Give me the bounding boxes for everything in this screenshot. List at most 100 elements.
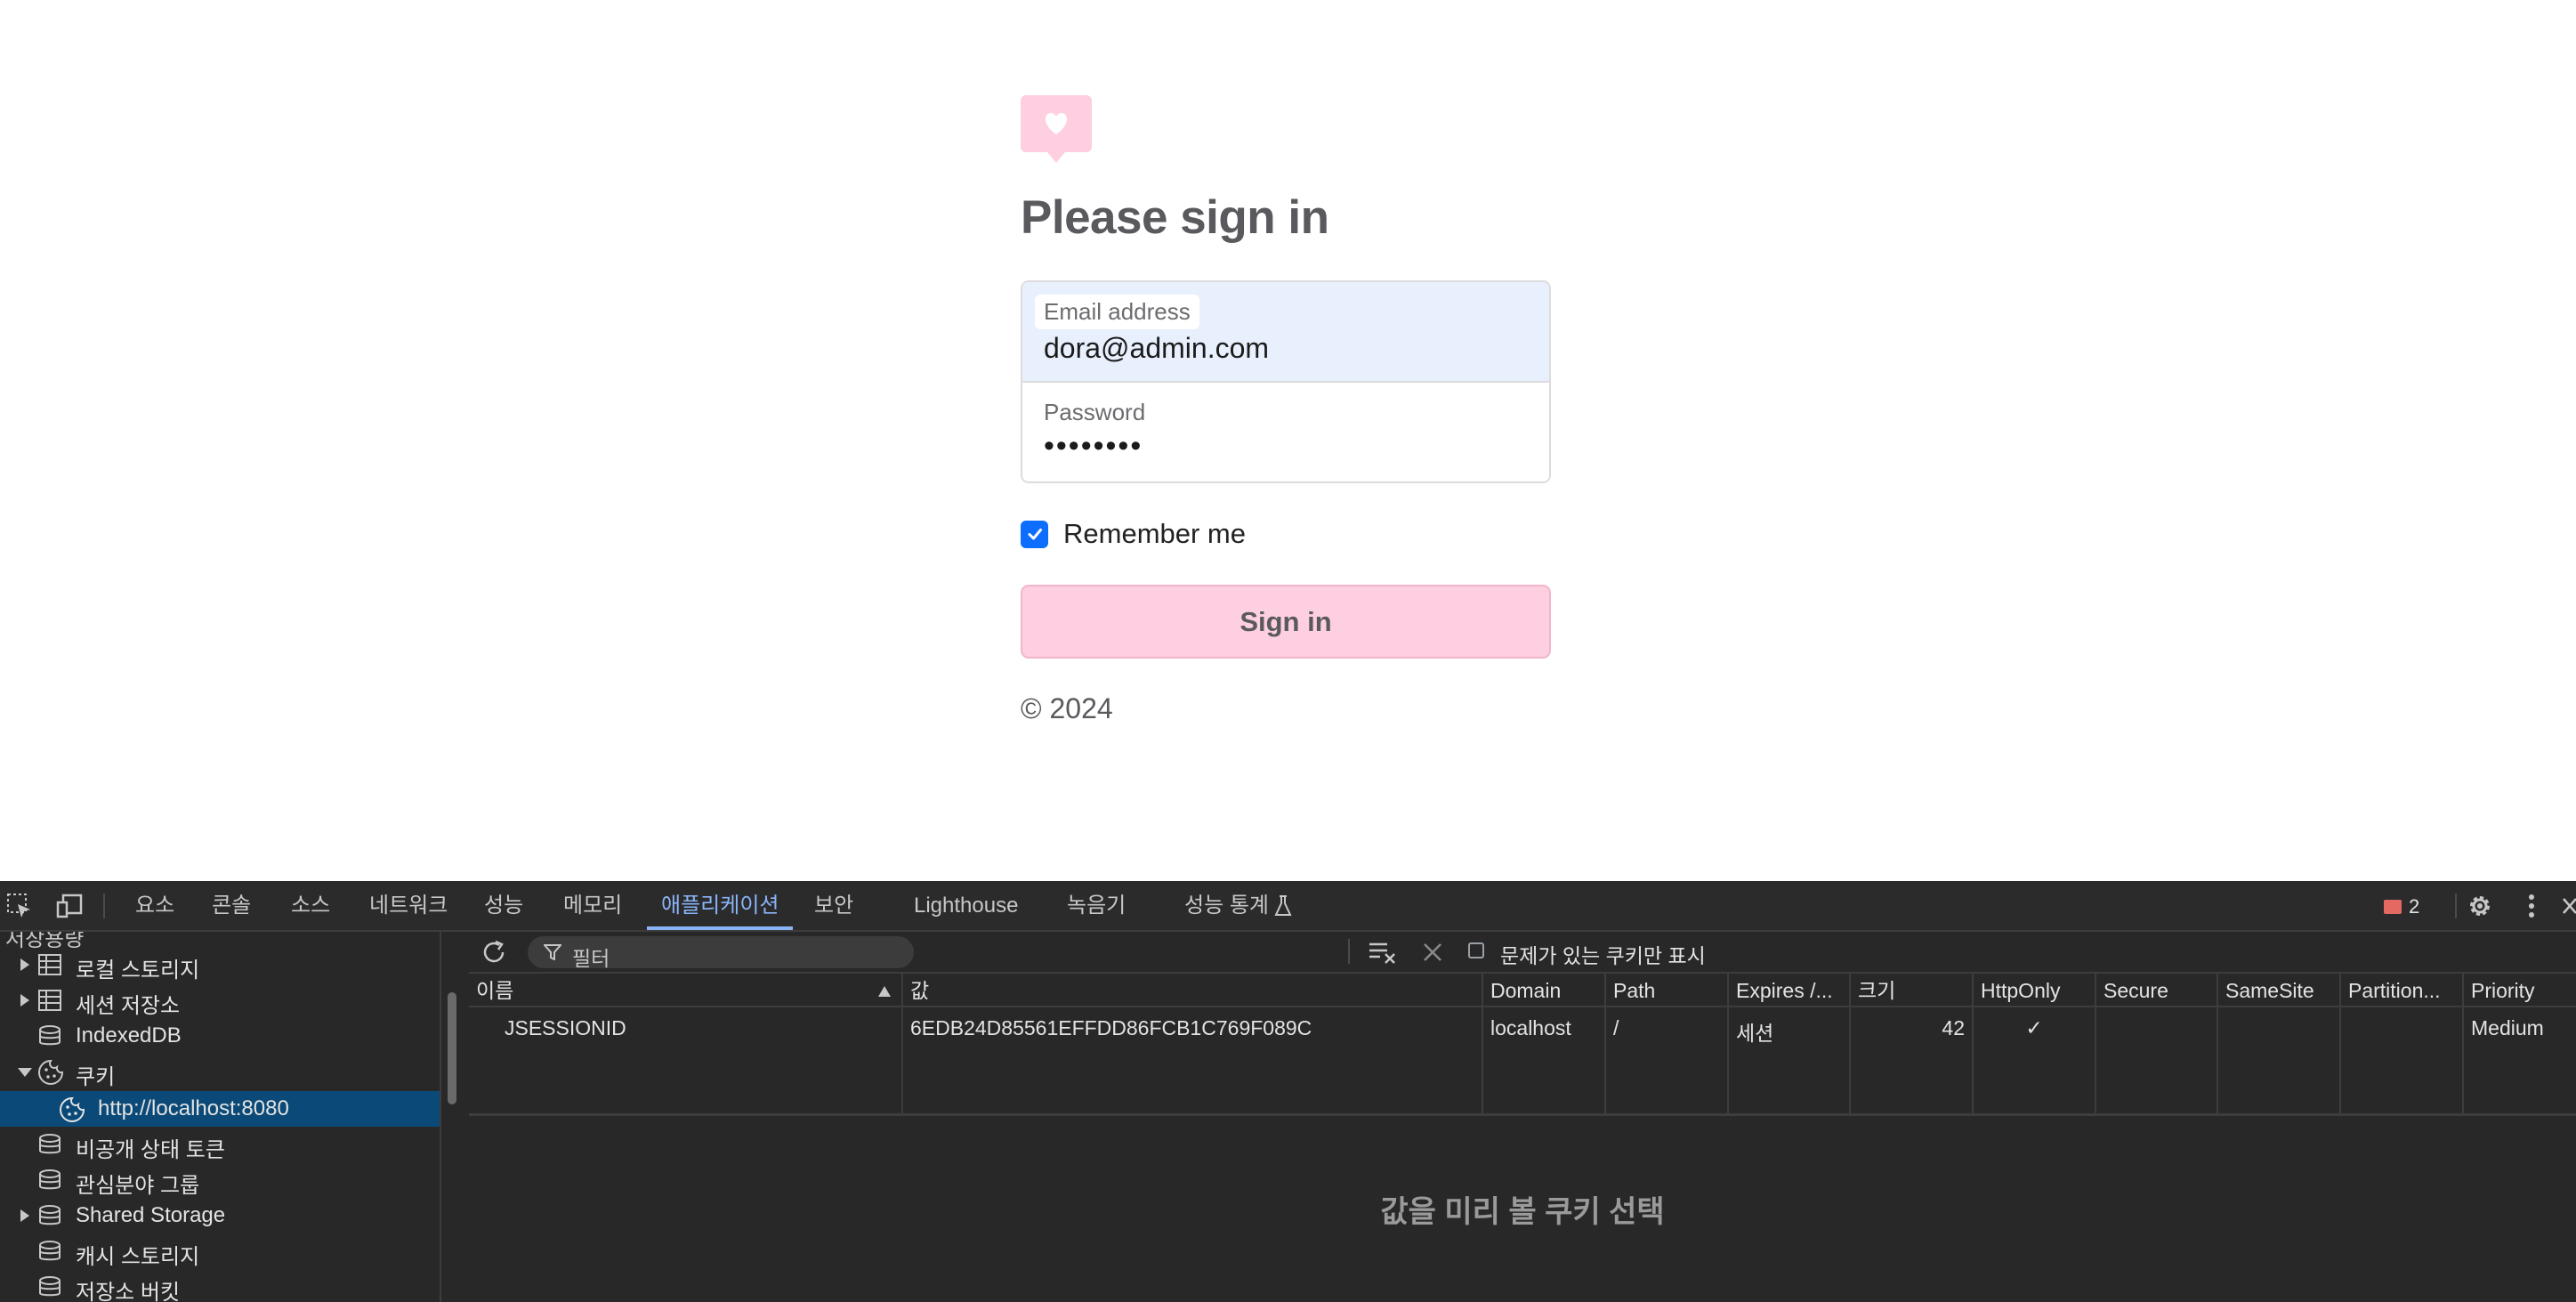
cookie-icon [38,1059,64,1085]
tab-performance-insights[interactable]: 성능 통계 [1184,881,1269,930]
cell-name[interactable]: JSESSIONID [469,1007,903,1113]
password-label: Password [1044,399,1146,425]
column-header-httponly[interactable]: HttpOnly [1974,974,2096,1007]
cell-secure[interactable] [2096,1007,2218,1113]
filter-icon [544,944,561,960]
tab-memory[interactable]: 메모리 [563,881,622,930]
more-options-icon[interactable] [2517,892,2546,920]
cookie-toolbar: 필터 문제가 있는 쿠키만 표시 [467,932,2576,971]
checkmark-icon [1028,529,1042,540]
sidebar-item-private-state-tokens[interactable]: 비공개 상태 토큰 [0,1127,440,1162]
tab-console[interactable]: 콘솔 [212,881,251,930]
toolbar-divider [1348,939,1350,964]
tab-recorder[interactable]: 녹음기 [1067,881,1126,930]
heart-chat-icon [1021,95,1092,163]
flask-icon [1274,895,1292,916]
cookie-icon [60,1096,85,1122]
remember-me-row[interactable]: Remember me [1021,518,1246,550]
tab-sources[interactable]: 소스 [291,881,330,930]
cell-httponly[interactable]: ✓ [1974,1007,2096,1113]
table-row[interactable]: JSESSIONID 6EDB24D85561EFFDD86FCB1C769F0… [469,1007,2576,1116]
toolbar-divider [103,894,105,918]
issues-counter[interactable]: 2 [2384,894,2419,920]
remember-me-label[interactable]: Remember me [1063,518,1246,550]
password-input-value[interactable]: •••••••• [1044,429,1143,464]
devtools-panel: 요소 콘솔 소스 네트워크 성능 메모리 애플리케이션 보안 Lighthous… [0,881,2576,1302]
inspect-element-icon[interactable] [5,892,34,920]
cookie-preview-placeholder: 값을 미리 볼 쿠키 선택 [1380,1195,1665,1229]
column-header-value[interactable]: 값 [903,974,1483,1007]
column-header-size[interactable]: 크기 [1851,974,1974,1007]
sidebar-item-local-storage[interactable]: 로컬 스토리지 [0,947,440,983]
table-icon [38,990,61,1011]
gear-icon[interactable] [2466,892,2494,920]
column-header-partition[interactable]: Partition... [2341,974,2464,1007]
email-field[interactable]: Email address dora@admin.com [1022,282,1549,383]
expand-arrow-icon[interactable] [20,994,30,1007]
expand-arrow-icon[interactable] [20,1209,30,1222]
email-input-value[interactable]: dora@admin.com [1044,332,1269,365]
cell-partition[interactable] [2341,1007,2464,1113]
cookie-panel: 필터 문제가 있는 쿠키만 표시 이름 값 Domain Path Expire… [467,932,2576,1302]
sidebar-item-cookie-origin[interactable]: http://localhost:8080 [0,1091,440,1127]
page-title: Please sign in [1021,191,1329,244]
sidebar-item-cookies[interactable]: 쿠키 [0,1054,440,1089]
filter-placeholder: 필터 [572,947,610,970]
issue-flag-icon [2384,900,2402,914]
cell-value[interactable]: 6EDB24D85561EFFDD86FCB1C769F089C [903,1007,1483,1113]
login-page: Please sign in Email address dora@admin.… [0,0,2576,881]
column-header-secure[interactable]: Secure [2096,974,2218,1007]
column-header-domain[interactable]: Domain [1483,974,1606,1007]
delete-selected-icon[interactable] [1423,942,1442,962]
sidebar-item-shared-storage[interactable]: Shared Storage [0,1198,440,1233]
sidebar-item-interest-groups[interactable]: 관심분야 그룹 [0,1162,440,1198]
cell-samesite[interactable] [2218,1007,2341,1113]
active-tab-indicator [647,926,793,930]
database-icon [39,1205,61,1225]
close-icon[interactable] [2560,895,2576,917]
tab-application[interactable]: 애플리케이션 [661,881,779,930]
issues-only-label[interactable]: 문제가 있는 쿠키만 표시 [1500,939,1706,969]
table-icon [38,954,61,975]
sidebar-item-cache-storage[interactable]: 캐시 스토리지 [0,1233,440,1269]
sidebar-item-session-storage[interactable]: 세션 저장소 [0,983,440,1018]
cookie-table-header: 이름 값 Domain Path Expires /... 크기 HttpOnl… [469,972,2576,1007]
expand-arrow-icon[interactable] [20,958,30,971]
tab-lighthouse[interactable]: Lighthouse [914,881,1018,930]
device-toolbar-icon[interactable] [55,892,84,920]
cell-domain[interactable]: localhost [1483,1007,1606,1113]
cell-expires[interactable]: 세션 [1729,1007,1851,1113]
sidebar-scrollbar[interactable] [448,992,456,1104]
column-header-expires[interactable]: Expires /... [1729,974,1851,1007]
database-icon [39,1276,61,1297]
sort-ascending-icon [878,986,891,997]
issues-only-checkbox[interactable] [1468,942,1484,958]
refresh-icon[interactable] [480,938,508,966]
toolbar-divider [2455,894,2457,918]
email-label: Email address [1035,295,1199,329]
password-field[interactable]: Password •••••••• [1022,383,1549,481]
clear-all-icon[interactable] [1368,941,1396,964]
tab-elements[interactable]: 요소 [135,881,174,930]
issue-count: 2 [2409,895,2420,918]
filter-input[interactable]: 필터 [528,936,914,970]
tab-network[interactable]: 네트워크 [369,881,448,930]
tab-security[interactable]: 보안 [814,881,853,930]
database-icon [39,1134,61,1154]
sidebar-item-indexeddb[interactable]: IndexedDB [0,1018,440,1054]
column-header-priority[interactable]: Priority [2464,974,2576,1007]
column-header-path[interactable]: Path [1606,974,1729,1007]
database-icon [39,1241,61,1261]
cell-priority[interactable]: Medium [2464,1007,2576,1113]
database-icon [39,1025,61,1046]
credentials-form: Email address dora@admin.com Password ••… [1021,280,1551,483]
column-header-name[interactable]: 이름 [469,974,903,1007]
sign-in-button[interactable]: Sign in [1021,585,1551,659]
column-header-samesite[interactable]: SameSite [2218,974,2341,1007]
sidebar-item-storage-buckets[interactable]: 저장소 버킷 [0,1269,440,1302]
collapse-arrow-icon[interactable] [18,1067,32,1078]
remember-me-checkbox[interactable] [1021,520,1048,548]
cell-path[interactable]: / [1606,1007,1729,1113]
cell-size[interactable]: 42 [1851,1007,1974,1113]
tab-performance[interactable]: 성능 [484,881,523,930]
